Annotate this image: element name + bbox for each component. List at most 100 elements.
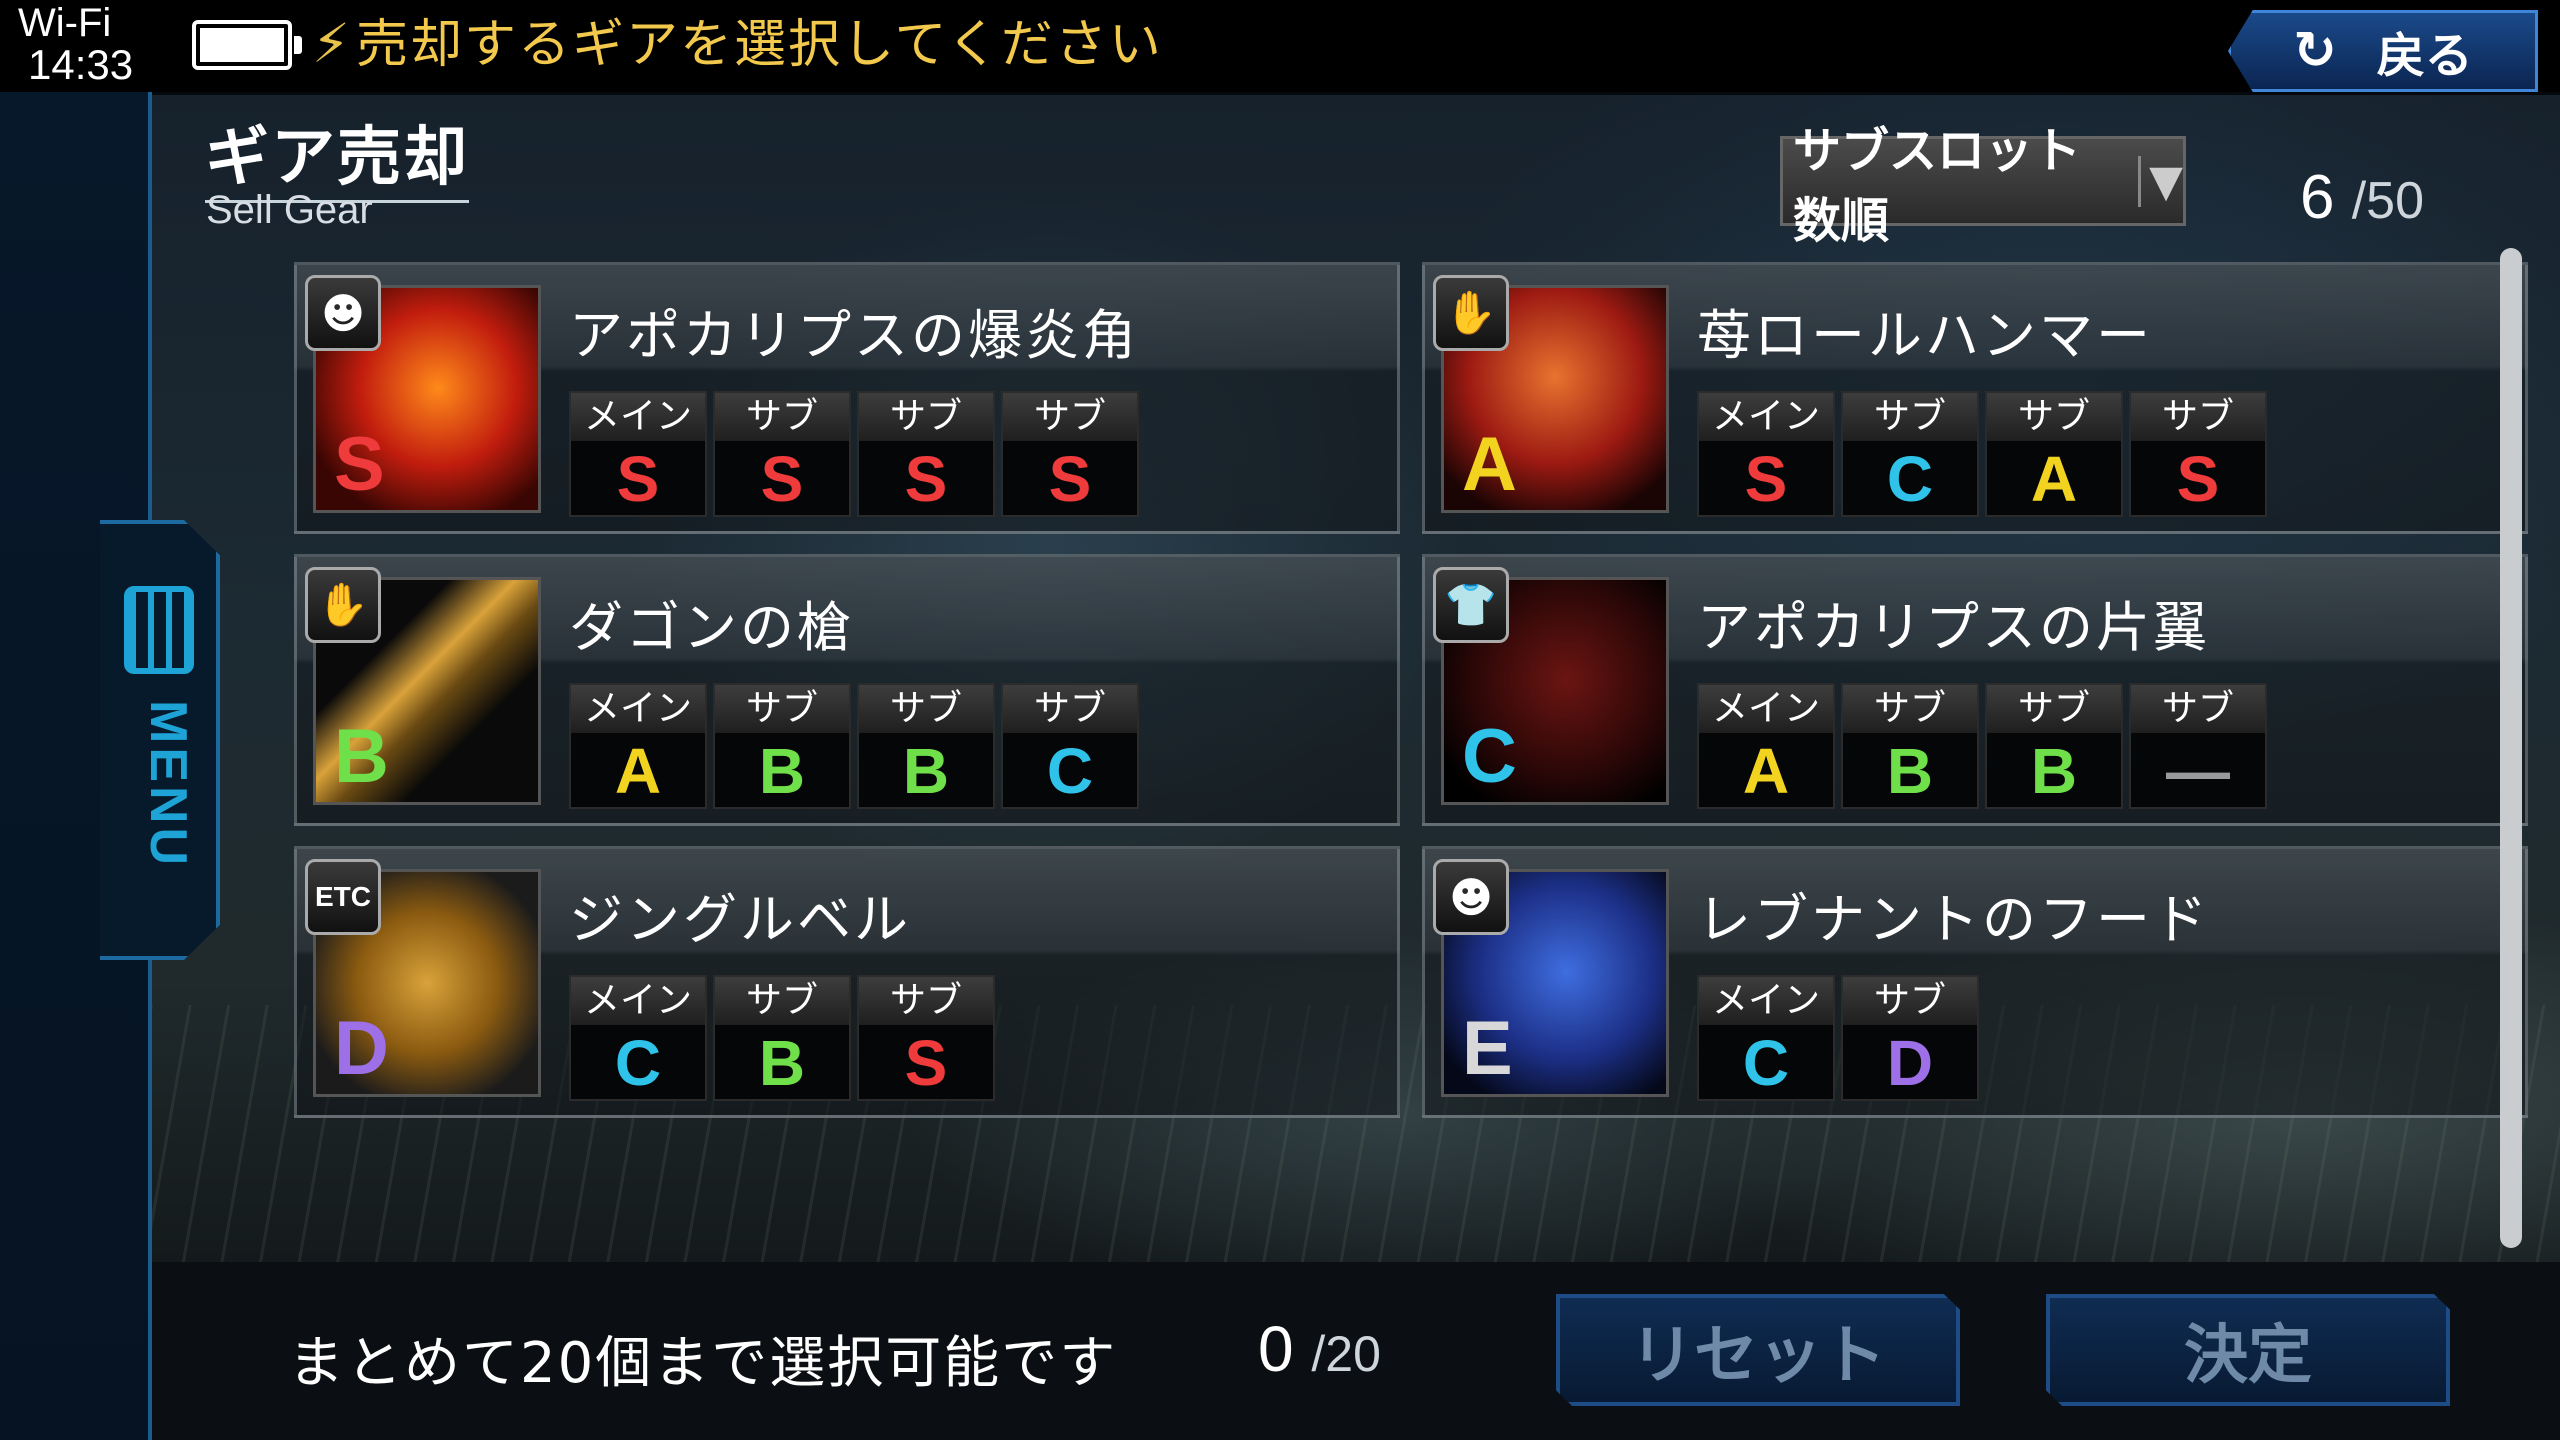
slot-label: サブ [715,393,849,441]
slot: メイン C [1697,975,1835,1101]
slot: サブ B [1841,683,1979,809]
slot-rank: S [1744,443,1788,515]
clock: 14:33 [28,41,134,88]
slot-rank: S [616,443,660,515]
slot-rank: B [2030,735,2078,807]
menu-label[interactable]: MENU [128,700,198,869]
slot: サブ B [713,975,851,1101]
slot: サブ C [1841,391,1979,517]
gear-rank: E [1462,1006,1513,1091]
slot-rank: C [1742,1027,1790,1099]
page-subtitle: Sell Gear [206,188,373,232]
status-bar: Wi-Fi 14:33 ⚡ 売却するギアを選択してください ↻ 戻る [0,0,2560,92]
inventory-count: 6 /50 [2300,162,2424,233]
head-icon: ☻ [1433,859,1509,935]
slot-rank: C [614,1027,662,1099]
slot-rank: B [758,735,806,807]
slot-label: サブ [715,977,849,1025]
battery-icon [192,20,302,70]
gear-card[interactable]: S ☻ アポカリプスの爆炎角 メイン S サブ S サブ S サブ S [294,262,1400,534]
slot: サブ S [2129,391,2267,517]
slot-rank: A [1742,735,1790,807]
slot-label: サブ [1843,685,1977,733]
slot-label: サブ [859,977,993,1025]
gear-card[interactable]: C 👕 アポカリプスの片翼 メイン A サブ B サブ B サブ — [1422,554,2528,826]
slot-label: サブ [715,685,849,733]
gear-card[interactable]: A ✋ 苺ロールハンマー メイン S サブ C サブ A サブ S [1422,262,2528,534]
slot-label: サブ [859,393,993,441]
gear-rank: A [1462,422,1517,507]
slot-label: サブ [1843,977,1977,1025]
slot-label: メイン [571,977,705,1025]
slot: サブ A [1985,391,2123,517]
slot-label: サブ [2131,685,2265,733]
menu-icon[interactable] [124,586,194,674]
selection-max: /20 [1311,1326,1381,1382]
gear-name: アポカリプスの片翼 [1697,596,2210,659]
slot-rank: S [2176,443,2220,515]
slot-rank: S [760,443,804,515]
slot-label: メイン [1699,977,1833,1025]
gear-rank: D [334,1006,389,1091]
slot: サブ — [2129,683,2267,809]
gear-name: 苺ロールハンマー [1697,304,2153,367]
slot: サブ S [713,391,851,517]
slot-rank: C [1886,443,1934,515]
slot-label: メイン [1699,393,1833,441]
gear-name: ジングルベル [569,888,911,951]
slot-label: メイン [571,393,705,441]
slot: サブ B [1985,683,2123,809]
sort-dropdown[interactable]: サブスロット数順 ▼ [1780,123,2186,249]
selection-limit-note: まとめて20個まで選択可能です [288,1331,1118,1396]
gear-slots: メイン S サブ C サブ A サブ S [1697,391,2267,517]
slot-label: サブ [1003,393,1137,441]
selection-count: 0 /20 [1258,1312,1381,1386]
sort-dropdown-value: サブスロット数順 [1793,123,2082,249]
gear-name: ダゴンの槍 [569,596,854,659]
gear-rank: C [1462,714,1517,799]
slot-rank: A [614,735,662,807]
gear-name: アポカリプスの爆炎角 [569,304,1139,367]
inventory-current: 6 [2300,163,2335,232]
slot: メイン C [569,975,707,1101]
inventory-max: /50 [2351,172,2425,230]
slot: メイン S [1697,391,1835,517]
slot-rank: D [1886,1027,1934,1099]
slot-label: サブ [2131,393,2265,441]
slot: サブ C [1001,683,1139,809]
slot: サブ S [857,391,995,517]
slot-rank: C [1046,735,1094,807]
gear-rank: S [334,422,385,507]
slot-rank: S [1048,443,1092,515]
confirm-button[interactable]: 決定 [2046,1294,2450,1406]
gear-slots: メイン A サブ B サブ B サブ — [1697,683,2267,809]
slot-label: サブ [1987,393,2121,441]
slot: メイン A [569,683,707,809]
gear-name: レブナントのフード [1697,888,2210,951]
slot: メイン S [569,391,707,517]
reset-button[interactable]: リセット [1556,1294,1960,1406]
gear-card[interactable]: D ETC ジングルベル メイン C サブ B サブ S [294,846,1400,1118]
wifi-label: Wi-Fi [18,1,112,45]
scrollbar[interactable] [2500,248,2522,1248]
back-button-label: 戻る [2376,28,2473,84]
gear-slots: メイン A サブ B サブ B サブ C [569,683,1139,809]
back-button[interactable]: ↻ 戻る [2228,10,2538,92]
gear-card[interactable]: B ✋ ダゴンの槍 メイン A サブ B サブ B サブ C [294,554,1400,826]
instruction-text: 売却するギアを選択してください [356,15,1163,75]
slot-rank: B [1886,735,1934,807]
chevron-down-icon: ▼ [2138,155,2183,207]
gear-card[interactable]: E ☻ レブナントのフード メイン C サブ D [1422,846,2528,1118]
slot: サブ S [1001,391,1139,517]
slot-label: サブ [859,685,993,733]
gear-rank: B [334,714,389,799]
slot-rank: — [2166,735,2230,807]
slot-label: サブ [1003,685,1137,733]
slot: メイン A [1697,683,1835,809]
return-icon: ↻ [2293,21,2337,81]
hand-icon: ✋ [305,567,381,643]
slot-label: サブ [1843,393,1977,441]
slot: サブ S [857,975,995,1101]
slot-rank: A [2030,443,2078,515]
gear-slots: メイン C サブ B サブ S [569,975,995,1101]
